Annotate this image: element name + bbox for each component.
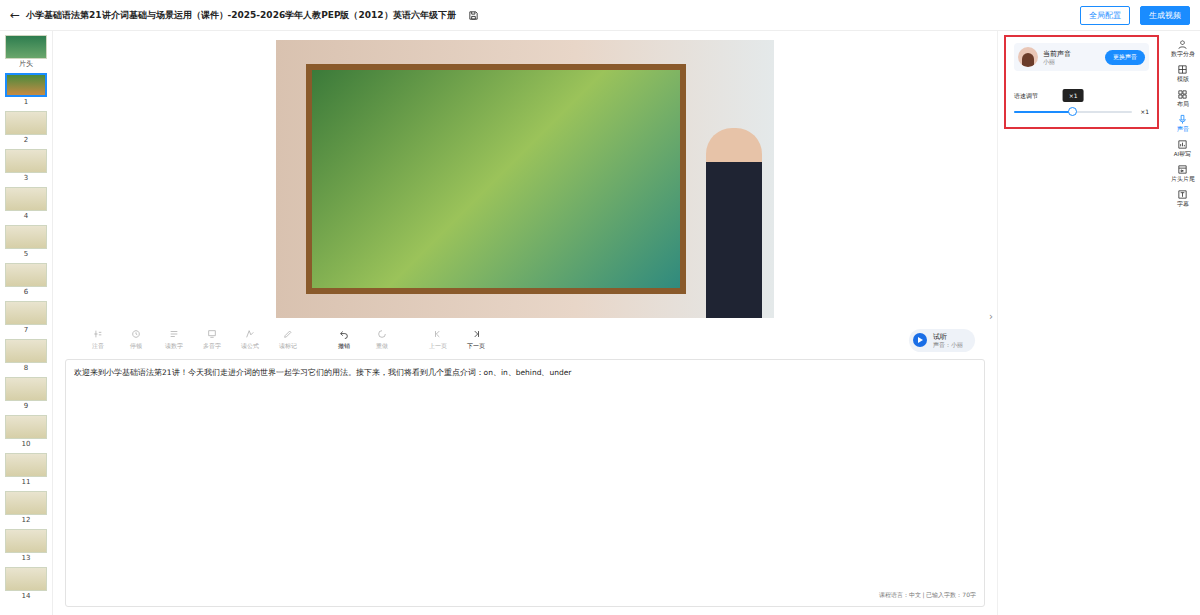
slide-item[interactable]: 4 (5, 187, 47, 221)
rail-item[interactable]: AI帮写 (1174, 139, 1191, 158)
tool-icon (283, 329, 293, 339)
rail-icon (1177, 39, 1188, 50)
course-title: 小学基础语法第21讲介词基础与场景运用（课件）-2025-2026学年人教PEP… (26, 9, 455, 22)
voice-avatar-icon (1018, 47, 1038, 67)
top-bar: ← 小学基础语法第21讲介词基础与场景运用（课件）-2025-2026学年人教P… (0, 0, 1200, 31)
speed-slider[interactable]: ×1 (1014, 111, 1132, 113)
change-voice-button[interactable]: 更换声音 (1105, 50, 1145, 65)
header-button[interactable]: 生成视频 (1140, 6, 1190, 25)
slide-thumbnail[interactable] (5, 453, 47, 477)
slide-item[interactable]: 3 (5, 149, 47, 183)
toolbar-button[interactable]: 上一页 (425, 329, 451, 351)
slide-thumbnail[interactable] (5, 415, 47, 439)
main-area: › 注音 停顿 读数字 多音字 读公式 读标记 撤销 重做 上一页 下一页 试听… (53, 31, 997, 615)
listen-button[interactable]: 试听 声音：小丽 (909, 329, 975, 352)
slider-knob[interactable] (1068, 107, 1077, 116)
slide-thumbnail[interactable] (5, 73, 47, 97)
rail-icon (1177, 164, 1188, 175)
toolbar-button[interactable]: 重做 (369, 329, 395, 351)
slide-item[interactable]: 8 (5, 339, 47, 373)
slide-thumbnail[interactable] (5, 35, 47, 59)
save-icon[interactable] (468, 10, 479, 21)
slide-item[interactable]: 6 (5, 263, 47, 297)
rail-item[interactable]: 模版 (1177, 64, 1189, 83)
toolbar-button[interactable]: 撤销 (331, 329, 357, 351)
tool-icon (377, 329, 387, 339)
back-button[interactable]: ← (10, 8, 20, 22)
slide-thumbnail[interactable] (5, 339, 47, 363)
toolbar-button[interactable]: 多音字 (199, 329, 225, 351)
slide-item[interactable]: 9 (5, 377, 47, 411)
voice-panel: 当前声音 小丽 更换声音 语速调节 ×1 ×1 (997, 31, 1165, 615)
slide-thumbnail[interactable] (5, 491, 47, 515)
slide-thumbnail[interactable] (5, 377, 47, 401)
slide-item[interactable]: 2 (5, 111, 47, 145)
slide-list: 片头 1 2 3 4 5 6 7 8 9 10 11 12 13 14 (0, 31, 53, 615)
slide-item[interactable]: 7 (5, 301, 47, 335)
slide-item[interactable]: 10 (5, 415, 47, 449)
slide-item[interactable]: 13 (5, 529, 47, 563)
rail-icon (1177, 64, 1188, 75)
slide-thumbnail[interactable] (5, 567, 47, 591)
slide-item[interactable]: 14 (5, 567, 47, 601)
play-icon (913, 333, 927, 347)
rail-icon (1177, 189, 1188, 200)
preview-stage: › (65, 31, 985, 321)
collapse-arrow-icon[interactable]: › (989, 311, 993, 322)
tool-rail: 数字分身 模版 布局 声音 AI帮写 片头片尾 字幕 (1165, 31, 1200, 615)
toolbar-button[interactable]: 下一页 (463, 329, 489, 351)
script-editor[interactable]: 欢迎来到小学基础语法第21讲！今天我们走进介词的世界一起学习它们的用法。接下来，… (65, 359, 985, 607)
slide-item[interactable]: 11 (5, 453, 47, 487)
tool-icon (207, 329, 217, 339)
slide-thumbnail[interactable] (5, 111, 47, 135)
intro-slide[interactable]: 片头 (5, 35, 47, 69)
toolbar-button[interactable]: 读数字 (161, 329, 187, 351)
toolbar-button[interactable]: 注音 (85, 329, 111, 351)
rail-item[interactable]: 片头片尾 (1171, 164, 1195, 183)
voice-card: 当前声音 小丽 更换声音 语速调节 ×1 ×1 (1004, 35, 1159, 129)
slide-item[interactable]: 1 (5, 73, 47, 107)
script-status: 课程语言：中文 | 已输入字数：70字 (879, 591, 976, 600)
slide-thumbnail[interactable] (5, 187, 47, 211)
tool-icon (245, 329, 255, 339)
rail-item[interactable]: 字幕 (1177, 189, 1189, 208)
tool-icon (131, 329, 141, 339)
script-toolbar: 注音 停顿 读数字 多音字 读公式 读标记 撤销 重做 上一页 下一页 试听 声… (65, 321, 985, 359)
rail-item[interactable]: 数字分身 (1171, 39, 1195, 58)
tool-icon (433, 329, 443, 339)
header-button[interactable]: 全局配置 (1080, 6, 1130, 25)
editor-window: ← 小学基础语法第21讲介词基础与场景运用（课件）-2025-2026学年人教P… (0, 0, 1200, 615)
speed-tooltip: ×1 (1063, 89, 1084, 102)
slide-preview-image (276, 40, 774, 318)
slide-thumbnail[interactable] (5, 529, 47, 553)
slide-thumbnail[interactable] (5, 225, 47, 249)
rail-icon (1177, 139, 1188, 150)
rail-icon (1177, 114, 1188, 125)
tool-icon (93, 329, 103, 339)
toolbar-button[interactable]: 读公式 (237, 329, 263, 351)
rail-item[interactable]: 声音 (1177, 114, 1189, 133)
rail-item[interactable]: 布局 (1177, 89, 1189, 108)
toolbar-button[interactable]: 读标记 (275, 329, 301, 351)
slide-thumbnail[interactable] (5, 263, 47, 287)
slide-thumbnail[interactable] (5, 301, 47, 325)
toolbar-button[interactable]: 停顿 (123, 329, 149, 351)
tool-icon (169, 329, 179, 339)
slide-item[interactable]: 12 (5, 491, 47, 525)
tool-icon (339, 329, 349, 339)
rail-icon (1177, 89, 1188, 100)
slide-thumbnail[interactable] (5, 149, 47, 173)
slide-item[interactable]: 5 (5, 225, 47, 259)
tool-icon (471, 329, 481, 339)
